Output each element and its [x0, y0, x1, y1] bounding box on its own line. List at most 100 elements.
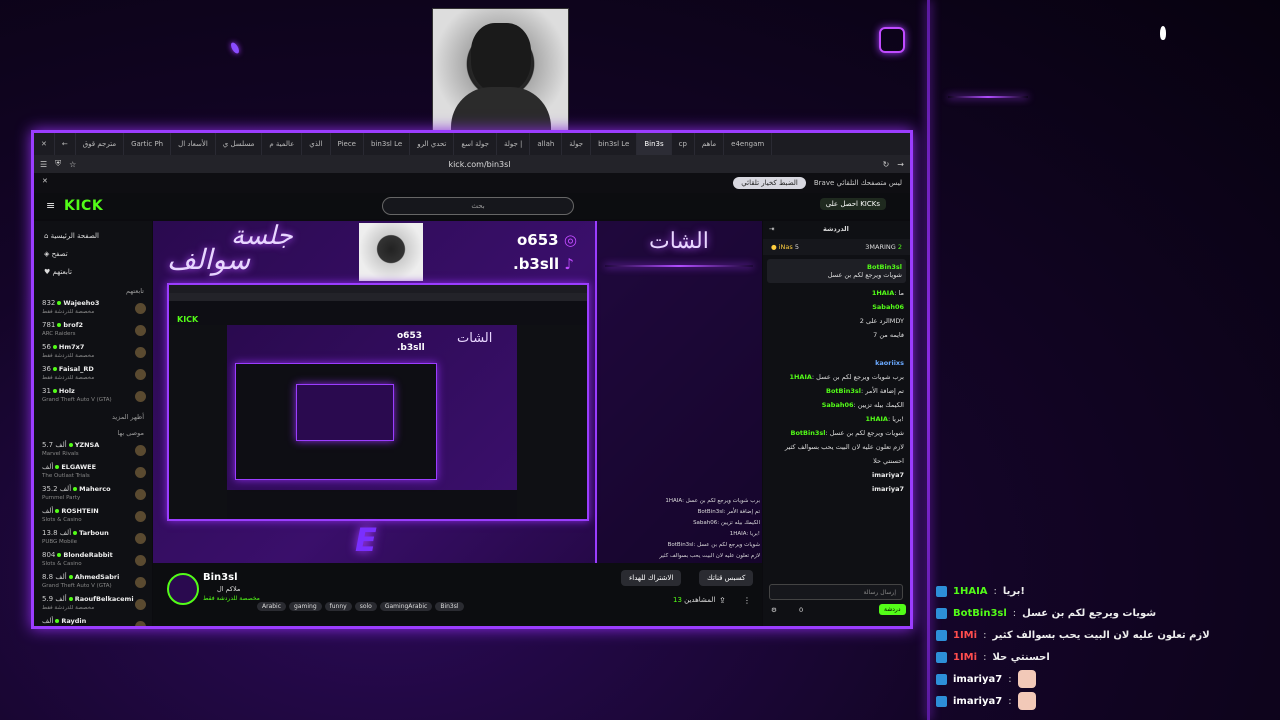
chat-text: احسنتي حلا — [873, 457, 904, 465]
avatar — [135, 576, 146, 588]
browser-tab[interactable]: bin3sl Le — [364, 133, 411, 155]
stream-tag[interactable]: solo — [354, 602, 377, 611]
browser-tab[interactable]: bin3sl Le — [591, 133, 638, 155]
follow-button[interactable]: الاشتراك للهداء — [621, 570, 682, 586]
shield-icon[interactable]: ⛨ — [55, 159, 61, 169]
menu-icon[interactable]: ☰ — [40, 160, 47, 169]
chat-username[interactable]: imariya7 — [872, 471, 904, 479]
stream-tag[interactable]: gaming — [289, 602, 322, 611]
stream-category[interactable]: مخصصة للدردشة فقط — [203, 595, 260, 602]
stream-tag[interactable]: GamingArabic — [379, 602, 433, 611]
chat-username[interactable]: BotBin3sl — [791, 429, 826, 437]
kick-logo[interactable]: KICK — [64, 198, 103, 214]
chat-send-button[interactable]: دردشة — [879, 604, 906, 615]
channel-line: 13.8 ألف Tarboun — [42, 529, 109, 538]
sidebar-item[interactable]: ⌂ الصفحة الرئيسية — [44, 227, 152, 245]
browser-tab[interactable]: Gartic Ph — [124, 133, 172, 155]
browser-tab[interactable]: e4engam — [724, 133, 773, 155]
streamer-name[interactable]: Bin3sl — [203, 572, 238, 583]
kick-badge-icon — [936, 585, 947, 597]
channel-row[interactable]: 56 Hm7x7 مخصصة للدردشة فقط — [34, 341, 152, 363]
stream-tag[interactable]: Arabic — [257, 602, 287, 611]
channel-row[interactable]: ألف ELGAWEE The Outlast Trials — [34, 461, 152, 483]
address-bar: ☰ ⛨ ☆ kick.com/bin3sl ↻ → — [34, 155, 910, 173]
subscribe-button[interactable]: كسبس قناتك — [699, 570, 754, 586]
channel-row[interactable]: 8.8 ألف AhmedSabri Grand Theft Auto V (GTA… — [34, 571, 152, 593]
chat-username[interactable]: kaoriixs — [875, 359, 904, 367]
url-field[interactable]: kick.com/bin3sl — [84, 160, 874, 169]
chat-text: الكيمك بيله تزيين — [857, 401, 904, 409]
channel-row[interactable]: 5.7 ألف YZNSA Marvel Rivals — [34, 439, 152, 461]
share-icon[interactable]: ⇪ — [719, 596, 726, 605]
stream-tag[interactable]: Bin3sl — [435, 602, 464, 611]
search-input[interactable]: بحث — [382, 197, 574, 215]
browser-tab[interactable]: مسلسل ي — [216, 133, 263, 155]
chat-message: فايمه من 7 — [763, 329, 910, 343]
channel-info: 56 Hm7x7 مخصصة للدردشة فقط — [42, 343, 94, 361]
channel-row[interactable]: 804 BlondeRabbit Slots & Casino — [34, 549, 152, 571]
nested-chat — [517, 325, 587, 519]
browser-tab[interactable]: Bin3s — [637, 133, 672, 155]
hamburger-icon[interactable]: ≡ — [46, 199, 55, 212]
channel-row[interactable]: ألفRaydinCounter-Strike 2 — [34, 615, 152, 626]
stream-tag[interactable]: funny — [324, 602, 352, 611]
back-icon[interactable]: ← — [55, 133, 76, 155]
viewer-count: 31 — [42, 387, 51, 395]
gear-icon[interactable]: ⚙ — [771, 606, 777, 614]
channel-row[interactable]: ألف ROSHTEIN Slots & Casino — [34, 505, 152, 527]
browser-tab[interactable]: جولة اسع — [454, 133, 497, 155]
pinned-message: BotBin3sl شويات ويرجع لكم بن عسل — [767, 259, 906, 283]
sidebar-item[interactable]: ◈ تصفح — [44, 245, 152, 263]
forward-icon[interactable]: → — [897, 160, 904, 169]
home-icon: ⌂ — [44, 232, 51, 240]
channel-row[interactable]: 36 Faisal_RD مخصصة للدردشة فقط — [34, 363, 152, 385]
overlay-chat-message: imariya7: — [936, 690, 1276, 712]
decor-vertical-divider — [927, 0, 930, 720]
stream-player[interactable]: جلسة سوالف o653 ◎ .b3sll ♪ الشات KICK ال… — [153, 221, 762, 563]
channel-row[interactable]: 832 Wajeeho3 مخصصة للدردشة فقط — [34, 297, 152, 319]
streamer-avatar[interactable] — [167, 573, 199, 605]
chat-username[interactable]: 1HAIA — [789, 373, 811, 381]
chat-username[interactable]: Sabah06 — [822, 401, 854, 409]
get-kicks-button[interactable]: احصل على KICKs — [819, 198, 886, 210]
channel-row[interactable]: 13.8 ألف Tarboun PUBG Mobile — [34, 527, 152, 549]
set-default-button[interactable]: الضبط كخيار تلقائي — [733, 177, 806, 189]
more-icon[interactable]: ⋮ — [743, 596, 751, 605]
chat-username[interactable]: imariya7 — [872, 485, 904, 493]
reload-icon[interactable]: ↻ — [883, 160, 890, 169]
channel-row[interactable]: 5.9 ألف RaoufBelkacemi مخصصة للدردشة فقط — [34, 593, 152, 615]
sidebar: ⌂ الصفحة الرئيسية ◈ تصفح ♥ تابعتهم تابعتهم… — [34, 221, 152, 626]
browser-tab[interactable]: جولة — [562, 133, 592, 155]
browser-tab[interactable]: الأسعاد ال — [171, 133, 216, 155]
browser-tab[interactable]: allah — [530, 133, 563, 155]
browser-tab[interactable]: Piece — [331, 133, 364, 155]
close-icon[interactable]: ✕ — [42, 177, 48, 185]
avatar — [135, 532, 146, 544]
channel-line: ألف Raydin — [42, 617, 87, 626]
collapse-chat-icon[interactable]: ⇥ — [769, 225, 774, 233]
overlay-chat-user: BotBin3sl: — [697, 509, 728, 515]
chat-message: احسنتي حلا — [763, 455, 910, 469]
browser-tab[interactable]: الذي — [302, 133, 331, 155]
sidebar-item[interactable]: ♥ تابعتهم — [44, 263, 152, 281]
chat-username[interactable]: 1HAIA — [872, 289, 894, 297]
chat-username: imariya7 — [953, 673, 1003, 685]
bookmark-icon[interactable]: ☆ — [69, 160, 76, 169]
live-dot-icon — [68, 597, 73, 601]
chat-username[interactable]: BotBin3sl — [826, 387, 861, 395]
channel-row[interactable]: 781 brof2 ARC Raiders — [34, 319, 152, 341]
browser-tab[interactable]: تحدي الرو — [410, 133, 455, 155]
browser-tab[interactable]: عالمية م — [262, 133, 303, 155]
show-more-link[interactable]: أظهر المزيد — [34, 407, 152, 423]
chat-input[interactable]: إرسال رسالة — [769, 584, 903, 600]
chat-username[interactable]: 1HAIA — [865, 415, 887, 423]
browser-tab[interactable]: ماهم — [695, 133, 725, 155]
channel-info: 13.8 ألف Tarboun PUBG Mobile — [42, 529, 109, 547]
close-icon[interactable]: ✕ — [34, 133, 55, 155]
browser-tab[interactable]: جولة | — [497, 133, 531, 155]
browser-tab[interactable]: cp — [672, 133, 695, 155]
chat-username[interactable]: Sabah06 — [872, 303, 904, 311]
channel-row[interactable]: 31 Holz Grand Theft Auto V (GTA) — [34, 385, 152, 407]
channel-row[interactable]: 35.2 ألف Maherco Pummel Party — [34, 483, 152, 505]
browser-tab[interactable]: مترجم قوق — [76, 133, 125, 155]
